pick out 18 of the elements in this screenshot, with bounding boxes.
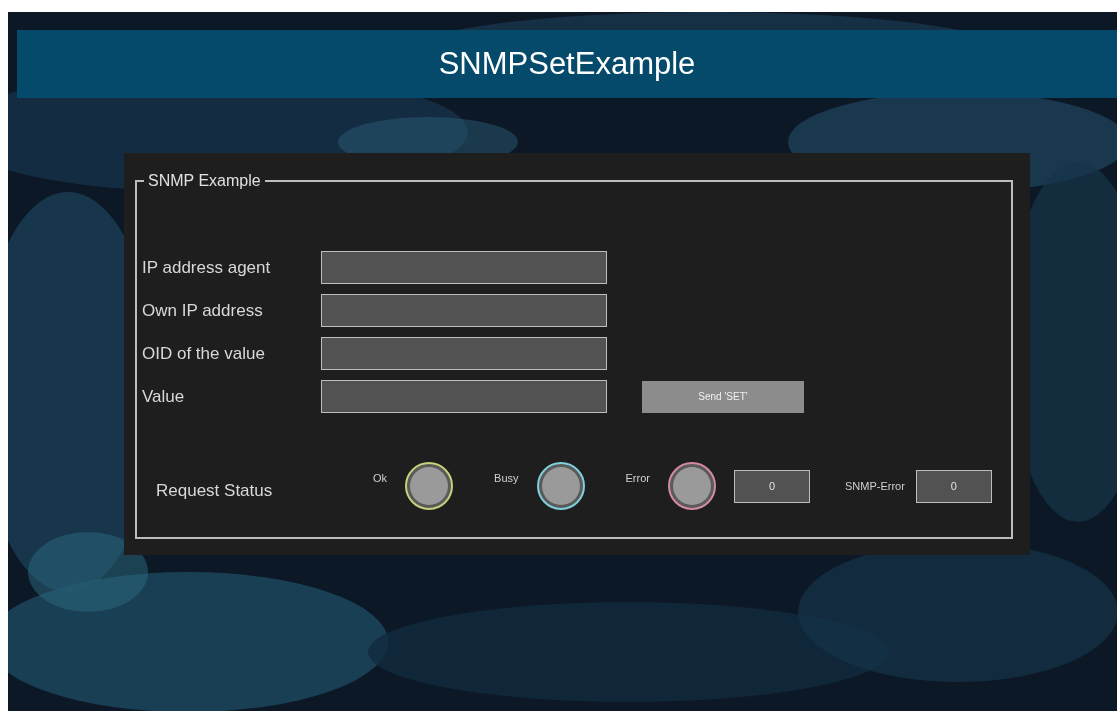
lamp-label: Busy [494,470,519,486]
input-field[interactable] [321,251,607,284]
group-title: SNMP Example [148,172,261,189]
input-field[interactable] [321,337,607,370]
field-label: OID of the value [142,342,266,365]
status-label: Request Status [156,480,274,503]
lamp-label: Error [625,470,650,486]
snmp-error-field: 0 [915,469,992,503]
input-field[interactable] [321,380,607,413]
input-field[interactable] [321,294,607,327]
app-title: SNMPSetExample [438,44,696,83]
error-code-field: 0 [734,469,810,503]
snmp-error-label: SNMP-Error [845,478,905,494]
send-button[interactable]: Send 'SET' [642,380,804,413]
lamp-label: Ok [373,470,388,486]
field-label: Value [142,385,186,408]
field-label: Own IP address [142,299,264,322]
field-label: IP address agent [142,256,272,279]
